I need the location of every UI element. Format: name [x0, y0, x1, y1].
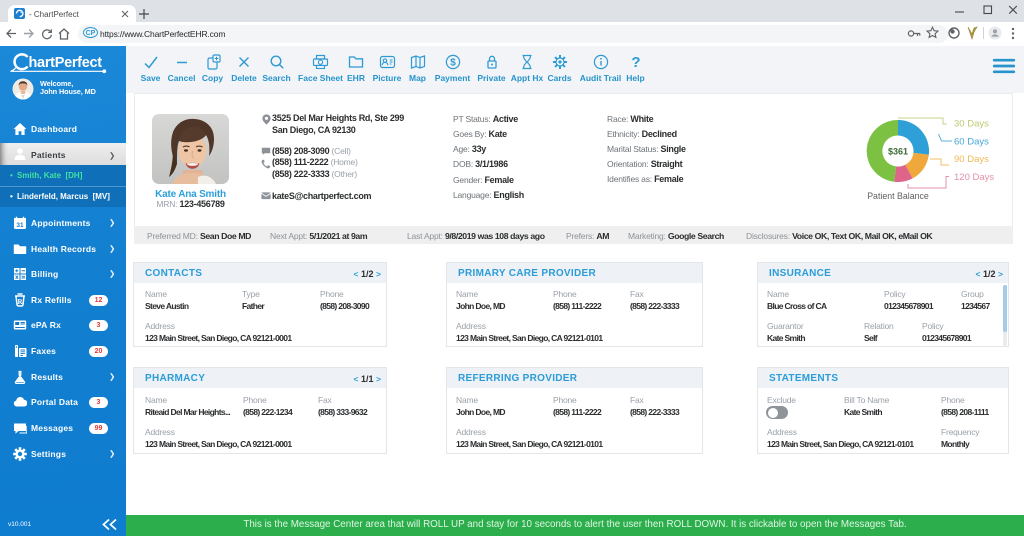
svg-text:120 Days: 120 Days [954, 172, 994, 183]
svg-text:hartPerfect: hartPerfect [29, 55, 103, 71]
svg-text:90 Days: 90 Days [954, 154, 989, 165]
svg-text:CP: CP [86, 30, 96, 37]
svg-text:30 Days: 30 Days [954, 119, 989, 130]
svg-text:?: ? [631, 54, 640, 70]
svg-text:$361: $361 [888, 146, 908, 156]
svg-text:31: 31 [16, 222, 24, 229]
svg-text:$: $ [450, 58, 456, 69]
svg-text:60 Days: 60 Days [954, 137, 989, 148]
